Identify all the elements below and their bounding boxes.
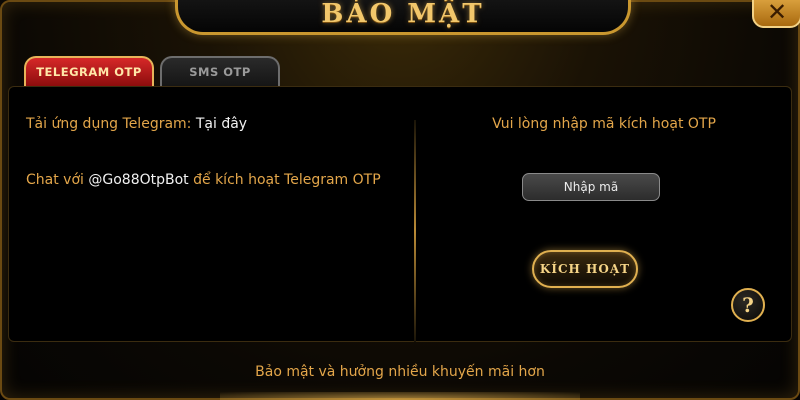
otp-code-input[interactable] xyxy=(522,173,660,201)
tab-label: TELEGRAM OTP xyxy=(36,65,142,79)
dialog-title: BẢO MẬT xyxy=(321,0,485,29)
tab-label: SMS OTP xyxy=(189,65,251,79)
footer-promo-text: Bảo mật và hưởng nhiều khuyến mãi hơn xyxy=(255,364,545,380)
chat-bot-row: Chat với @Go88OtpBot để kích hoạt Telegr… xyxy=(26,172,381,188)
download-telegram-link[interactable]: Tại đây xyxy=(196,116,247,132)
tab-sms-otp[interactable]: SMS OTP xyxy=(160,56,280,86)
otp-instruction: Vui lòng nhập mã kích hoạt OTP xyxy=(492,116,716,132)
activate-button[interactable]: KÍCH HOẠT xyxy=(532,250,638,288)
help-button[interactable]: ? xyxy=(731,288,765,322)
activate-label: KÍCH HOẠT xyxy=(539,262,631,276)
chat-prefix: Chat với xyxy=(26,172,84,188)
bot-handle: @Go88OtpBot xyxy=(88,172,189,188)
bottom-glow xyxy=(220,392,580,400)
help-icon: ? xyxy=(742,293,754,317)
close-icon: ✕ xyxy=(766,0,788,26)
chat-suffix: để kích hoạt Telegram OTP xyxy=(193,172,381,188)
panel-divider xyxy=(414,120,416,342)
download-telegram-label: Tải ứng dụng Telegram: xyxy=(26,116,192,132)
tab-telegram-otp[interactable]: TELEGRAM OTP xyxy=(24,56,154,86)
close-button[interactable]: ✕ xyxy=(752,0,800,28)
title-banner: BẢO MẬT xyxy=(175,0,631,35)
download-telegram-row: Tải ứng dụng Telegram: Tại đây xyxy=(26,116,247,132)
